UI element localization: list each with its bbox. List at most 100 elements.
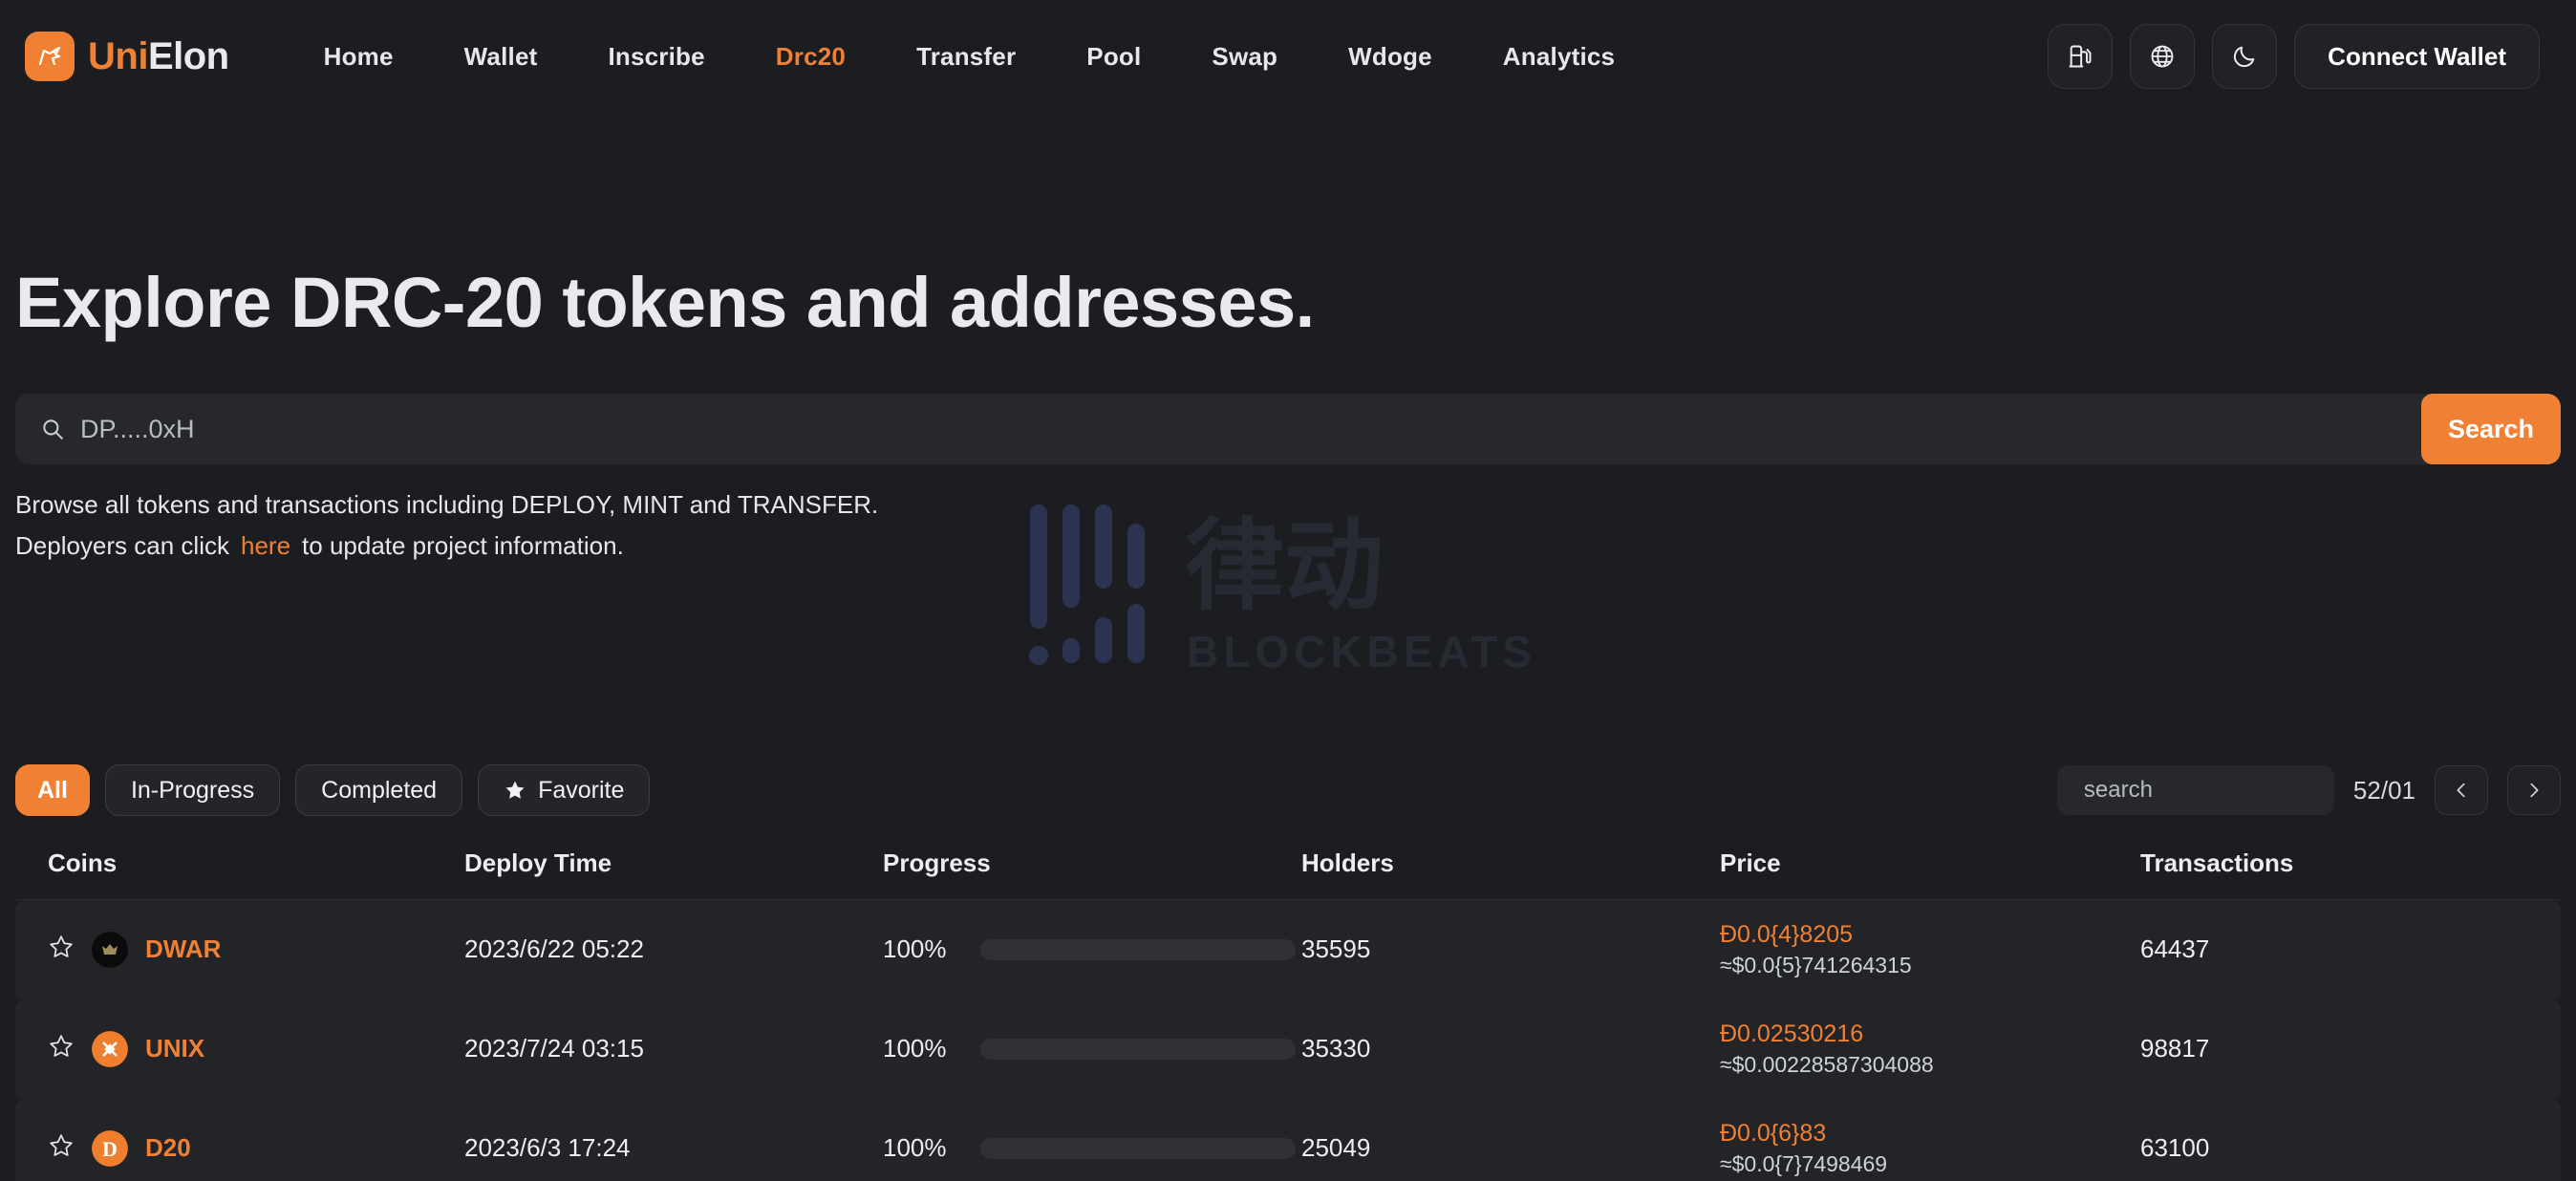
language-button[interactable] <box>2130 24 2195 89</box>
table-row[interactable]: DWAR 2023/6/22 05:22 100% 35595 <box>15 900 2561 999</box>
next-page-button[interactable] <box>2507 765 2561 815</box>
transactions-value: 63100 <box>2140 1133 2209 1162</box>
chevron-right-icon <box>2523 780 2544 801</box>
price-doge-value: Đ0.0{4}8205 <box>1720 920 2140 950</box>
coin-logo-icon: D <box>92 1130 128 1167</box>
cell-price: Đ0.0{6}83 ≈$0.0{7}7498469 <box>1720 1099 2140 1181</box>
cell-transactions: 64437 <box>2140 900 2561 999</box>
cell-coin: UNIX <box>15 999 464 1099</box>
table-row[interactable]: UNIX 2023/7/24 03:15 100% 35330 <box>15 999 2561 1099</box>
filter-favorite[interactable]: Favorite <box>478 764 650 816</box>
filter-completed[interactable]: Completed <box>295 764 462 816</box>
transactions-value: 98817 <box>2140 1034 2209 1063</box>
nav-item-home[interactable]: Home <box>289 42 429 72</box>
table-row[interactable]: D D20 2023/6/3 17:24 100% <box>15 1099 2561 1181</box>
panel-toolbar: All In-Progress Completed Favorite 52/01 <box>15 755 2561 826</box>
filter-all[interactable]: All <box>15 764 90 816</box>
holders-value: 35595 <box>1301 934 1370 963</box>
watermark-en-text: BLOCKBEATS <box>1187 627 1536 676</box>
moon-icon <box>2231 43 2258 70</box>
main-search-bar: Search <box>15 394 2561 464</box>
cell-coin: D D20 <box>15 1099 464 1181</box>
tokens-table: Coins Deploy Time Progress Holders Price… <box>15 837 2561 1181</box>
nav-item-transfer[interactable]: Transfer <box>881 42 1051 72</box>
cell-holders: 25049 <box>1301 1099 1720 1181</box>
table-search[interactable] <box>2057 765 2334 815</box>
nav-item-inscribe[interactable]: Inscribe <box>572 42 740 72</box>
brand-name-primary: Uni <box>88 35 148 77</box>
cell-transactions: 98817 <box>2140 999 2561 1099</box>
column-header-price[interactable]: Price <box>1720 837 2140 900</box>
column-header-deploy-time[interactable]: Deploy Time <box>464 837 883 900</box>
column-header-coins[interactable]: Coins <box>15 837 464 900</box>
holders-value: 25049 <box>1301 1133 1370 1162</box>
prev-page-button[interactable] <box>2435 765 2488 815</box>
filter-chips: All In-Progress Completed Favorite <box>15 764 650 816</box>
cell-transactions: 63100 <box>2140 1099 2561 1181</box>
hero-description: Browse all tokens and transactions inclu… <box>15 489 2561 563</box>
nav-item-swap[interactable]: Swap <box>1176 42 1313 72</box>
gas-pump-icon <box>2067 43 2093 70</box>
cell-deploy-time: 2023/7/24 03:15 <box>464 999 883 1099</box>
gas-pump-button[interactable] <box>2048 24 2113 89</box>
cell-coin: DWAR <box>15 900 464 999</box>
connect-wallet-button[interactable]: Connect Wallet <box>2294 24 2540 89</box>
coin-name[interactable]: UNIX <box>145 1034 204 1063</box>
page-title: Explore DRC-20 tokens and addresses. <box>15 268 2561 338</box>
deploy-time-value: 2023/6/3 17:24 <box>464 1133 631 1162</box>
nav-item-wallet[interactable]: Wallet <box>429 42 573 72</box>
price-doge-value: Đ0.02530216 <box>1720 1020 2140 1049</box>
nav-item-pool[interactable]: Pool <box>1051 42 1176 72</box>
hero-desc-line-2: Deployers can clickhereto update project… <box>15 530 2561 562</box>
filter-in-progress[interactable]: In-Progress <box>105 764 280 816</box>
price-usd-value: ≈$0.0{7}7498469 <box>1720 1150 2140 1178</box>
coin-name[interactable]: D20 <box>145 1133 191 1163</box>
cell-progress: 100% <box>883 999 1301 1099</box>
table-header-row: Coins Deploy Time Progress Holders Price… <box>15 837 2561 900</box>
nav-item-analytics[interactable]: Analytics <box>1468 42 1650 72</box>
theme-toggle-button[interactable] <box>2212 24 2277 89</box>
table-body: DWAR 2023/6/22 05:22 100% 35595 <box>15 900 2561 1181</box>
progress-bar <box>980 1138 1296 1159</box>
brand-name-secondary: Elon <box>148 35 229 77</box>
hero-desc-prefix: Deployers can click <box>15 531 229 560</box>
hero-desc-suffix: to update project information. <box>302 531 624 560</box>
cell-progress: 100% <box>883 900 1301 999</box>
page-indicator: 52/01 <box>2353 776 2415 805</box>
transactions-value: 64437 <box>2140 934 2209 963</box>
cell-deploy-time: 2023/6/3 17:24 <box>464 1099 883 1181</box>
coin-name[interactable]: DWAR <box>145 934 221 964</box>
nav-links: Home Wallet Inscribe Drc20 Transfer Pool… <box>289 42 1651 72</box>
search-button[interactable]: Search <box>2421 394 2561 464</box>
progress-bar <box>980 1039 1296 1060</box>
column-header-progress[interactable]: Progress <box>883 837 1301 900</box>
column-header-transactions[interactable]: Transactions <box>2140 837 2561 900</box>
hero-section: Explore DRC-20 tokens and addresses. Sea… <box>0 268 2576 563</box>
brand-logo[interactable]: UniElon <box>25 32 229 81</box>
dog-logo-icon <box>25 32 75 81</box>
main-search-input[interactable] <box>65 394 2561 464</box>
column-header-holders[interactable]: Holders <box>1301 837 1720 900</box>
hero-desc-line-1: Browse all tokens and transactions inclu… <box>15 489 2561 521</box>
favorite-star-icon[interactable] <box>48 934 75 965</box>
favorite-star-icon[interactable] <box>48 1132 75 1164</box>
table-search-input[interactable] <box>2084 777 2380 804</box>
coin-logo-icon <box>92 932 128 968</box>
progress-label: 100% <box>883 1133 959 1163</box>
price-doge-value: Đ0.0{6}83 <box>1720 1119 2140 1149</box>
star-icon <box>504 779 526 802</box>
deploy-time-value: 2023/7/24 03:15 <box>464 1034 644 1063</box>
deploy-time-value: 2023/6/22 05:22 <box>464 934 644 963</box>
update-project-link[interactable]: here <box>229 531 302 560</box>
progress-label: 100% <box>883 934 959 964</box>
nav-item-wdoge[interactable]: Wdoge <box>1313 42 1468 72</box>
price-usd-value: ≈$0.00228587304088 <box>1720 1051 2140 1079</box>
favorite-star-icon[interactable] <box>48 1033 75 1064</box>
filter-favorite-label: Favorite <box>538 777 624 805</box>
nav-item-drc20[interactable]: Drc20 <box>741 42 881 72</box>
panel-toolbar-right: 52/01 <box>2057 765 2561 815</box>
table-header: Coins Deploy Time Progress Holders Price… <box>15 837 2561 900</box>
coin-logo-icon <box>92 1031 128 1067</box>
search-icon <box>15 417 65 441</box>
chevron-left-icon <box>2451 780 2472 801</box>
